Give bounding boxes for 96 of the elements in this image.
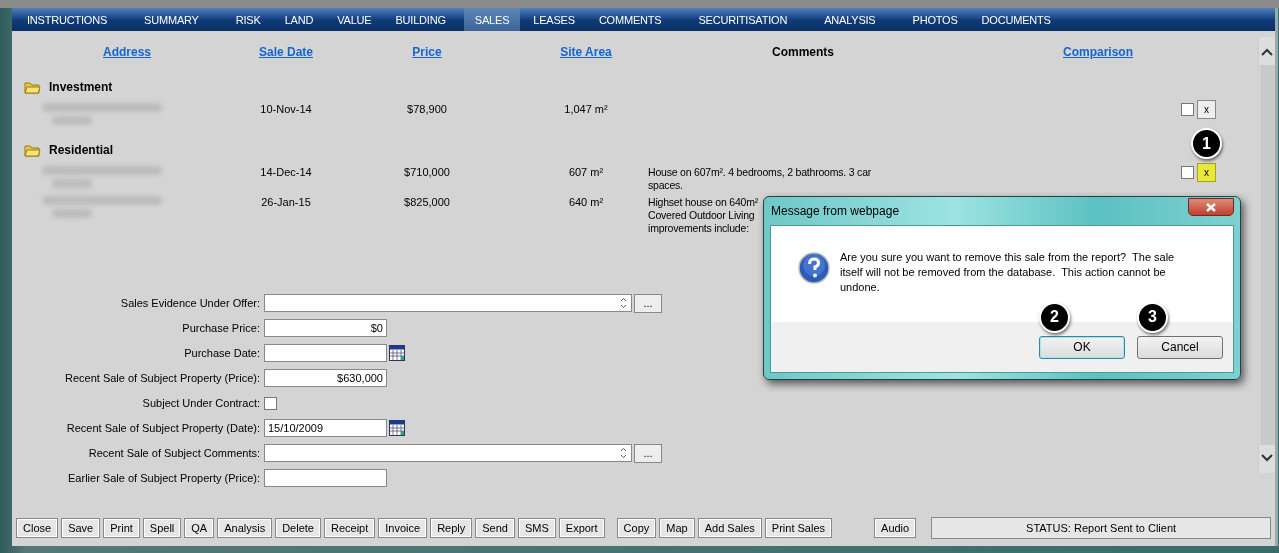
column-header-link[interactable]: Comparison <box>1063 45 1133 59</box>
folder-icon <box>24 79 41 95</box>
scrollbar[interactable] <box>1258 37 1275 473</box>
checkbox[interactable] <box>1181 166 1194 179</box>
column-header-link[interactable]: Sale Date <box>259 45 313 59</box>
toolbar-button[interactable]: Analysis <box>217 518 273 538</box>
text-field[interactable]: $630,000 <box>264 369 387 387</box>
checkbox[interactable] <box>264 396 277 410</box>
comment-text: improvements include: <box>648 222 749 235</box>
group-title: Investment <box>49 80 113 94</box>
tab[interactable]: SECURITISATION <box>687 8 799 31</box>
close-icon <box>1205 201 1217 213</box>
remove-button[interactable]: x <box>1197 163 1216 182</box>
tab[interactable]: LEASES <box>522 8 586 31</box>
step-badge: 3 <box>1137 301 1168 333</box>
step-badge: 1 <box>1191 128 1222 159</box>
field-label: Earlier Sale of Subject Property (Price): <box>67 472 260 484</box>
toolbar-button[interactable]: Close <box>16 518 59 538</box>
comment-text: Highset house on 640m² <box>648 196 758 209</box>
tab[interactable]: VALUE <box>326 8 383 31</box>
toolbar-button[interactable]: Map <box>659 518 695 538</box>
question-icon <box>798 252 830 284</box>
table-cell: $710,000 <box>404 166 450 178</box>
text-area[interactable] <box>264 294 632 312</box>
scroll-down-icon[interactable] <box>1260 453 1274 463</box>
table-cell: $78,900 <box>407 103 447 115</box>
table-cell: 1,047 m² <box>564 103 608 115</box>
toolbar-button[interactable]: Invoice <box>378 518 428 538</box>
remove-button[interactable]: x <box>1197 100 1216 119</box>
tab[interactable]: DOCUMENTS <box>970 8 1062 31</box>
group-title: Residential <box>49 143 114 157</box>
tab[interactable]: RISK <box>224 8 272 31</box>
folder-icon <box>24 142 41 158</box>
tab[interactable]: ANALYSIS <box>813 8 887 31</box>
toolbar-button[interactable]: Add Sales <box>697 518 762 538</box>
table-cell: $825,000 <box>404 196 450 208</box>
field-label: Purchase Price: <box>181 322 260 334</box>
scroll-up-icon[interactable] <box>1260 47 1274 57</box>
field-label: Recent Sale of Subject Comments: <box>87 447 260 459</box>
column-header-link[interactable]: Price <box>412 45 442 59</box>
text-field[interactable]: $0 <box>264 319 387 337</box>
toolbar-button[interactable]: Send <box>475 518 515 538</box>
tab[interactable]: SALES <box>463 8 521 31</box>
dialog-title: Message from webpage <box>770 204 900 218</box>
spinner-icon <box>619 297 628 309</box>
table-cell: 26-Jan-15 <box>261 196 311 208</box>
toolbar-button[interactable]: Save <box>61 518 101 538</box>
checkbox[interactable] <box>1181 103 1194 116</box>
date-field[interactable] <box>264 344 387 362</box>
column-header-link[interactable]: Address <box>103 45 151 59</box>
toolbar-button[interactable]: QA <box>184 518 215 538</box>
step-badge: 2 <box>1039 301 1070 333</box>
date-field[interactable]: 15/10/2009 <box>264 419 387 437</box>
tab[interactable]: COMMENTS <box>587 8 673 31</box>
toolbar-button[interactable]: Reply <box>430 518 473 538</box>
dialog-message: Are you sure you want to remove this sale from the report? The sale itself will not be removed from the database. This action cannot be undone. <box>840 250 1176 295</box>
toolbar-button[interactable]: Print Sales <box>764 518 833 538</box>
status-bar: STATUS: Report Sent to Client <box>931 517 1271 539</box>
spinner-icon <box>619 447 628 459</box>
text-field[interactable] <box>264 469 387 487</box>
field-label: Recent Sale of Subject Property (Date): <box>65 422 260 434</box>
toolbar-button[interactable]: Delete <box>275 518 321 538</box>
tab[interactable]: SUMMARY <box>133 8 210 31</box>
comment-text: Covered Outdoor Living <box>648 209 755 222</box>
table-cell: 10-Nov-14 <box>260 103 312 115</box>
field-label: Subject Under Contract: <box>141 397 260 409</box>
table-cell: 14-Dec-14 <box>260 166 312 178</box>
column-header: Comments <box>772 45 834 59</box>
more-button[interactable]: ... <box>634 293 662 313</box>
toolbar-button[interactable]: Copy <box>616 518 657 538</box>
tab[interactable]: INSTRUCTIONS <box>16 8 119 31</box>
comment-text: spaces. <box>648 179 683 192</box>
toolbar-button[interactable]: Print <box>103 518 140 538</box>
field-label: Sales Evidence Under Offer: <box>119 297 260 309</box>
field-label: Purchase Date: <box>183 347 260 359</box>
table-cell: 640 m² <box>568 196 604 208</box>
comment-text: House on 607m². 4 bedrooms, 2 bathrooms. 3 car <box>648 166 872 179</box>
more-button[interactable]: ... <box>634 443 662 463</box>
field-label: Recent Sale of Subject Property (Price): <box>63 372 260 384</box>
close-button[interactable] <box>1188 198 1234 216</box>
tab[interactable]: BUILDING <box>384 8 457 31</box>
calendar-icon[interactable] <box>389 345 405 361</box>
toolbar-button[interactable]: Receipt <box>323 518 376 538</box>
toolbar-button[interactable]: SMS <box>517 518 556 538</box>
column-header-link[interactable]: Site Area <box>560 45 612 59</box>
tab[interactable]: PHOTOS <box>901 8 969 31</box>
scroll-thumb[interactable] <box>1259 65 1275 445</box>
toolbar-button[interactable]: Spell <box>142 518 182 538</box>
toolbar-button[interactable]: Export <box>558 518 605 538</box>
toolbar-button[interactable]: Audio <box>874 518 917 538</box>
table-cell: 607 m² <box>568 166 604 178</box>
dialog-button[interactable]: OK <box>1039 335 1125 359</box>
calendar-icon[interactable] <box>389 420 405 436</box>
dialog-button[interactable]: Cancel <box>1137 335 1223 359</box>
tab[interactable]: LAND <box>273 8 325 31</box>
text-area[interactable] <box>264 444 632 462</box>
